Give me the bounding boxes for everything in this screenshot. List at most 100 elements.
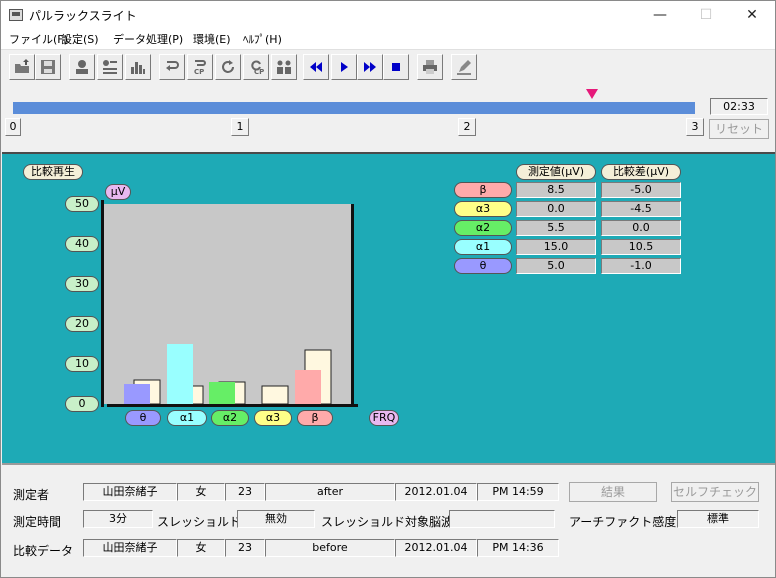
measured-value: 0.0 (516, 201, 596, 217)
measured-bar-0 (124, 384, 150, 404)
close-button[interactable]: ✕ (729, 1, 775, 29)
measured-value: 5.5 (516, 220, 596, 236)
save-button[interactable] (35, 54, 61, 80)
timeline-tick-0[interactable]: 0 (5, 118, 21, 136)
measured-value: 8.5 (516, 182, 596, 198)
y-tick-label: 50 (65, 196, 99, 212)
menu-data-processing[interactable]: データ処理(P) (113, 31, 183, 47)
measured-bar-1 (167, 344, 193, 404)
measured-bar-4 (295, 370, 321, 404)
window-title: パルラックスライト (29, 9, 137, 23)
chart-x-axis (107, 404, 358, 407)
band-label: θ (454, 258, 512, 274)
group-icon (277, 60, 291, 74)
y-tick-label: 30 (65, 276, 99, 292)
measurer-name: 山田奈緒子 (83, 483, 177, 501)
reset-button[interactable]: リセット (709, 119, 769, 139)
measurer-tag: after (265, 483, 395, 501)
unit-label: μV (105, 184, 131, 200)
save-icon (41, 60, 55, 74)
compare-label: 比較データ (13, 544, 74, 558)
measured-header: 測定値(μV) (516, 164, 596, 180)
cp-return-icon: CP (194, 60, 206, 76)
measurer-age: 23 (225, 483, 265, 501)
rewind-button[interactable] (303, 54, 329, 80)
diff-value: -5.0 (601, 182, 681, 198)
menu-settings[interactable]: 設定(S) (61, 31, 99, 47)
chart-y-axis (101, 200, 104, 407)
svg-text:CP: CP (194, 68, 204, 76)
compare-tag: before (265, 539, 395, 557)
menu-environment[interactable]: 環境(E) (193, 31, 231, 47)
measured-value: 15.0 (516, 239, 596, 255)
open-folder-icon (15, 59, 29, 73)
person-icon (76, 60, 88, 74)
maximize-button[interactable]: ☐ (683, 1, 729, 29)
x-category-label: α3 (254, 410, 292, 426)
measured-bar-2 (209, 382, 235, 404)
play-button[interactable] (331, 54, 357, 80)
return-button[interactable] (159, 54, 185, 80)
timeline-tick-2[interactable]: 2 (458, 118, 476, 136)
x-axis-label: FRQ (369, 410, 399, 426)
print-button[interactable] (417, 54, 443, 80)
open-button[interactable] (9, 54, 35, 80)
edit-button[interactable] (451, 54, 477, 80)
chart-plot-area (104, 204, 354, 405)
person-button[interactable] (69, 54, 95, 80)
cp-refresh-button[interactable]: CP (243, 54, 269, 80)
bar-chart (124, 344, 332, 405)
timeline-bar[interactable] (13, 102, 695, 114)
group-button[interactable] (271, 54, 297, 80)
edit-icon (457, 60, 471, 75)
menu-file[interactable]: ファイル(F) (9, 31, 68, 47)
toolbar: CP CP (1, 49, 775, 83)
compare-name: 山田奈緒子 (83, 539, 177, 557)
y-tick-label: 0 (65, 396, 99, 412)
y-tick-label: 20 (65, 316, 99, 332)
self-check-button[interactable]: セルフチェック (671, 482, 759, 502)
threshold-target-label: スレッショルド対象脳波 (321, 515, 454, 529)
x-category-label: θ (125, 410, 161, 426)
duration-label: 測定時間 (13, 515, 62, 529)
y-tick-label: 40 (65, 236, 99, 252)
compare-date: 2012.01.04 (395, 539, 477, 557)
minimize-button[interactable]: — (637, 1, 683, 29)
svg-text:CP: CP (254, 68, 264, 76)
threshold-value: 無効 (237, 510, 315, 528)
x-category-label: β (297, 410, 333, 426)
return-icon (166, 61, 179, 71)
fast-forward-button[interactable] (357, 54, 383, 80)
bar-chart-button[interactable] (125, 54, 151, 80)
app-icon (9, 9, 23, 21)
diff-value: 0.0 (601, 220, 681, 236)
elapsed-time: 02:33 (710, 98, 768, 115)
result-button[interactable]: 結果 (569, 482, 657, 502)
timeline-tick-1[interactable]: 1 (231, 118, 249, 136)
y-tick-label: 10 (65, 356, 99, 372)
measurer-sex: 女 (177, 483, 225, 501)
threshold-label: スレッショルド (157, 515, 242, 529)
measurer-time: PM 14:59 (477, 483, 559, 501)
compare-bar-3 (261, 385, 289, 405)
app-window: パルラックスライト — ☐ ✕ ファイル(F) 設定(S) データ処理(P) 環… (0, 0, 776, 578)
cp-return-button[interactable]: CP (187, 54, 213, 80)
measurer-date: 2012.01.04 (395, 483, 477, 501)
diff-value: -1.0 (601, 258, 681, 274)
rewind-icon (310, 62, 322, 72)
band-label: α3 (454, 201, 512, 217)
refresh-button[interactable] (215, 54, 241, 80)
band-label: α2 (454, 220, 512, 236)
refresh-icon (222, 60, 234, 73)
cp-refresh-icon: CP (251, 60, 264, 76)
stop-button[interactable] (383, 54, 409, 80)
x-category-label: α2 (211, 410, 249, 426)
diff-header: 比較差(μV) (601, 164, 681, 180)
x-category-label: α1 (167, 410, 207, 426)
fast-forward-icon (364, 62, 376, 72)
list-button[interactable] (97, 54, 123, 80)
diff-value: 10.5 (601, 239, 681, 255)
timeline-tick-3[interactable]: 3 (686, 118, 704, 136)
menu-help[interactable]: ﾍﾙﾌﾟ(H) (243, 31, 282, 47)
playhead-marker[interactable] (586, 89, 598, 99)
